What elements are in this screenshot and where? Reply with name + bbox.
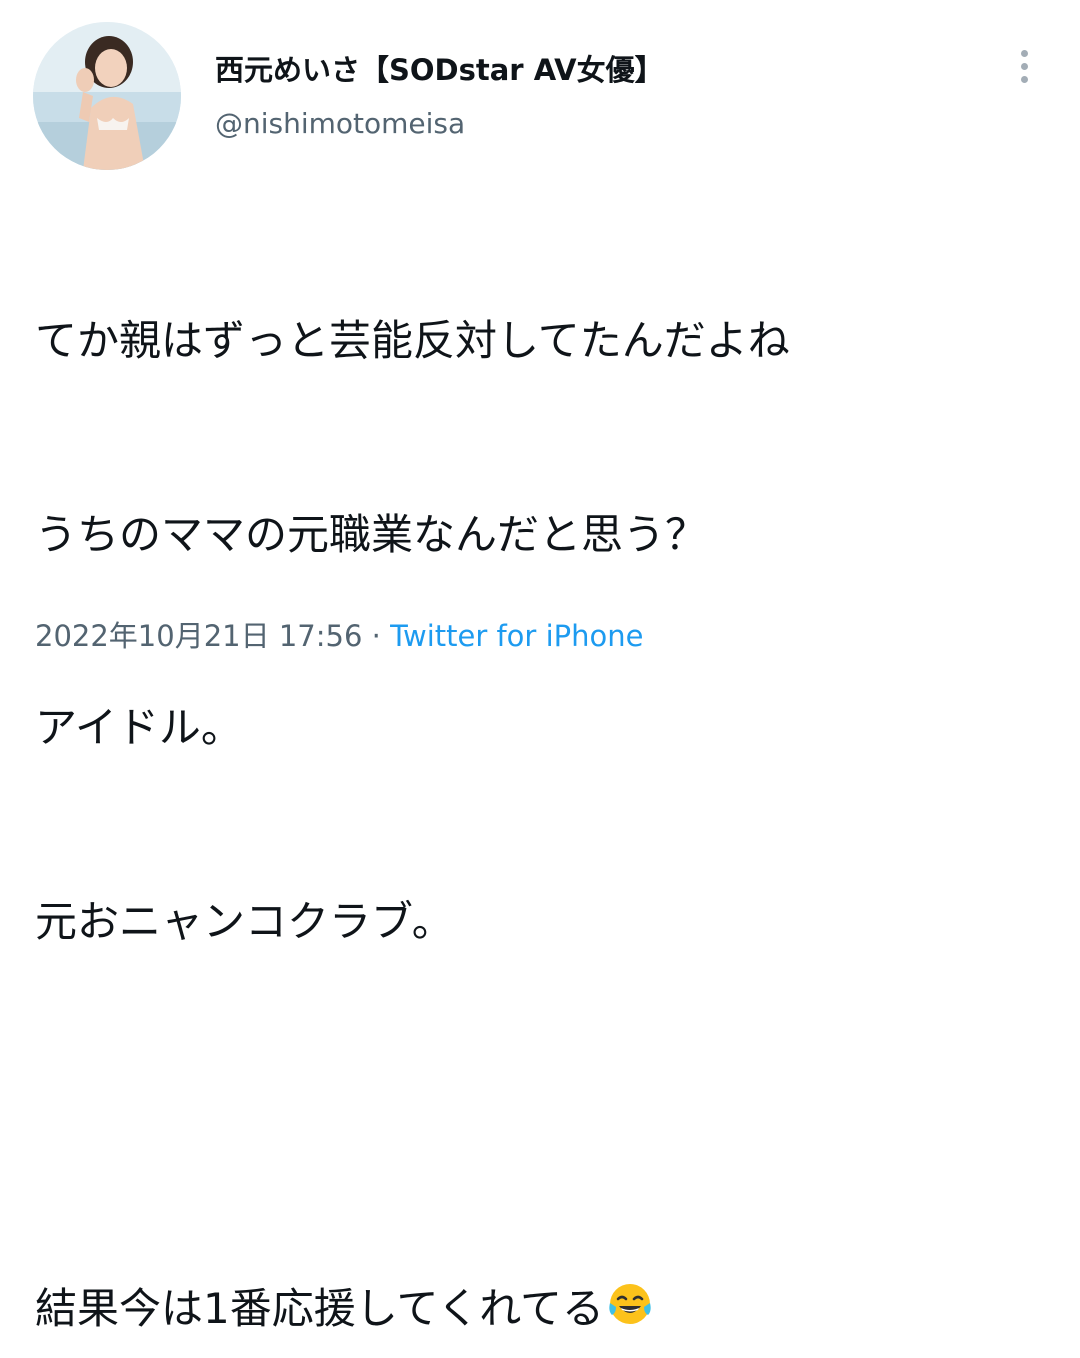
tweet-line: 元おニャンコクラブ。 xyxy=(35,896,454,946)
tweet-line-last: 結果今は1番応援してくれてる xyxy=(35,1277,790,1342)
menu-dot xyxy=(1020,75,1028,83)
tweet-line: うちのママの元職業なんだと思う？ xyxy=(35,509,708,559)
tweet-line: アイドル。 xyxy=(35,703,243,752)
tweet-text: てか親はずっと芸能反対してたんだよね うちのママの元職業なんだと思う？ アイドル… xyxy=(35,180,790,1358)
more-options-icon[interactable] xyxy=(1008,44,1040,88)
menu-dot xyxy=(1020,49,1028,57)
user-handle[interactable]: @nishimotomeisa xyxy=(215,104,465,144)
timestamp[interactable]: 2022年10月21日 17:56 xyxy=(35,619,362,653)
avatar[interactable] xyxy=(33,22,181,170)
tweet-meta: 2022年10月21日 17:56 · Twitter for iPhone xyxy=(35,616,643,656)
avatar-photo xyxy=(33,22,181,170)
meta-separator: · xyxy=(362,619,391,653)
tweet-line: 結果今は1番応援してくれてる xyxy=(35,1283,604,1333)
tweet-line: てか親はずっと芸能反対してたんだよね xyxy=(35,316,790,365)
face-with-tears-of-joy-icon xyxy=(609,1283,651,1324)
source-link[interactable]: Twitter for iPhone xyxy=(390,619,643,653)
display-name[interactable]: 西元めいさ【SODstar AV女優】 xyxy=(215,50,664,90)
menu-dot xyxy=(1020,62,1028,70)
